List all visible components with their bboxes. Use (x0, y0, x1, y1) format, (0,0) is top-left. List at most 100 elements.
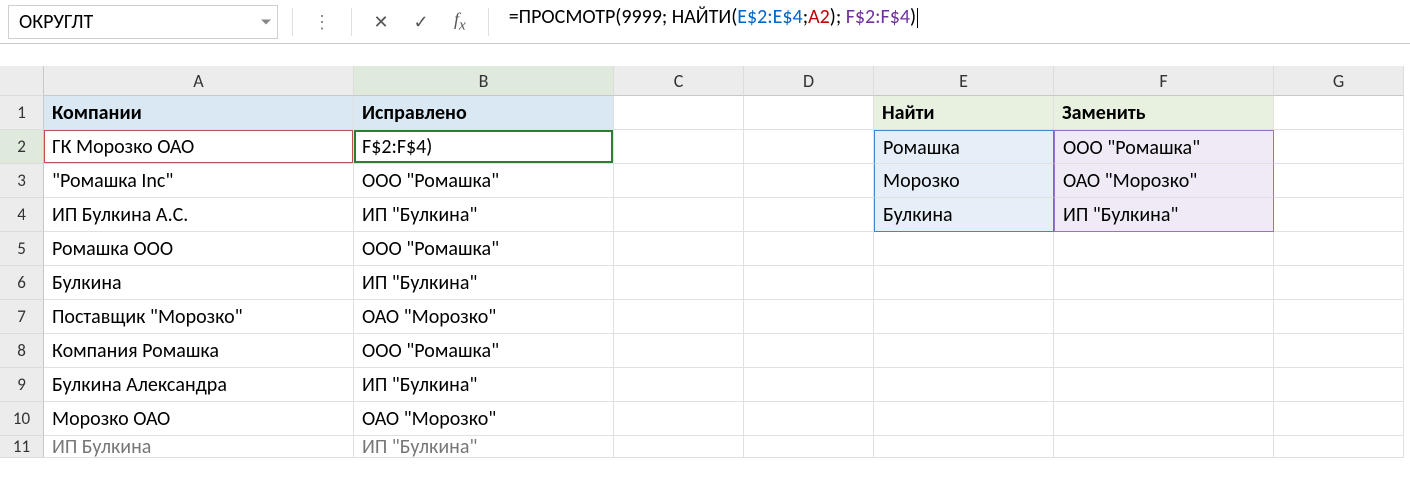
cell-E7[interactable] (874, 300, 1054, 334)
col-header[interactable]: B (354, 66, 614, 96)
cell-B10[interactable]: ОАО "Морозко" (354, 402, 614, 436)
col-header[interactable]: C (614, 66, 744, 96)
cell-F7[interactable] (1054, 300, 1274, 334)
cell-A9[interactable]: Булкина Александра (44, 368, 354, 402)
cell-G9[interactable] (1274, 368, 1404, 402)
cell-A8[interactable]: Компания Ромашка (44, 334, 354, 368)
cell-G11[interactable] (1274, 436, 1404, 458)
cell-B7[interactable]: ОАО "Морозко" (354, 300, 614, 334)
row-header[interactable]: 3 (0, 164, 44, 198)
cell-F8[interactable] (1054, 334, 1274, 368)
cell-G1[interactable] (1274, 96, 1404, 130)
cell-C8[interactable] (614, 334, 744, 368)
cell-C11[interactable] (614, 436, 744, 458)
cell-A3[interactable]: "Ромашка Inc" (44, 164, 354, 198)
cell-C9[interactable] (614, 368, 744, 402)
row-header[interactable]: 7 (0, 300, 44, 334)
cell-D1[interactable] (744, 96, 874, 130)
cell-F2[interactable]: ООО "Ромашка" (1054, 130, 1274, 164)
cell-D4[interactable] (744, 198, 874, 232)
cell-D2[interactable] (744, 130, 874, 164)
cell-F9[interactable] (1054, 368, 1274, 402)
col-header[interactable]: G (1274, 66, 1404, 96)
cell-D9[interactable] (744, 368, 874, 402)
cell-B11[interactable]: ИП "Булкина" (354, 436, 614, 458)
cell-A11[interactable]: ИП Булкина (44, 436, 354, 458)
cell-G2[interactable] (1274, 130, 1404, 164)
col-header[interactable]: A (44, 66, 354, 96)
cell-C6[interactable] (614, 266, 744, 300)
cell-G6[interactable] (1274, 266, 1404, 300)
cancel-icon[interactable]: ✕ (366, 11, 396, 33)
cell-A1[interactable]: Компании (44, 96, 354, 130)
name-box[interactable]: ОКРУГЛТ (8, 5, 278, 39)
fx-icon[interactable]: fx (446, 9, 474, 35)
cell-A7[interactable]: Поставщик "Морозко" (44, 300, 354, 334)
cell-D11[interactable] (744, 436, 874, 458)
cell-A6[interactable]: Булкина (44, 266, 354, 300)
cell-D5[interactable] (744, 232, 874, 266)
formula-input[interactable]: =ПРОСМОТР(9999; НАЙТИ(E$2:E$4;A2); F$2:F… (503, 5, 1402, 39)
cell-B2-active[interactable]: F$2:F$4) (354, 130, 614, 164)
cell-B9[interactable]: ИП "Булкина" (354, 368, 614, 402)
cell-C1[interactable] (614, 96, 744, 130)
row-header[interactable]: 4 (0, 198, 44, 232)
cell-C4[interactable] (614, 198, 744, 232)
cell-E9[interactable] (874, 368, 1054, 402)
cell-F5[interactable] (1054, 232, 1274, 266)
cell-F1[interactable]: Заменить (1054, 96, 1274, 130)
cell-G10[interactable] (1274, 402, 1404, 436)
row-header[interactable]: 2 (0, 130, 44, 164)
cell-A10[interactable]: Морозко ОАО (44, 402, 354, 436)
chevron-down-icon[interactable] (261, 19, 271, 24)
cell-G3[interactable] (1274, 164, 1404, 198)
cell-C5[interactable] (614, 232, 744, 266)
cell-D7[interactable] (744, 300, 874, 334)
cell-C2[interactable] (614, 130, 744, 164)
cell-D6[interactable] (744, 266, 874, 300)
cell-E4[interactable]: Булкина (874, 198, 1054, 232)
cell-E10[interactable] (874, 402, 1054, 436)
col-header[interactable]: F (1054, 66, 1274, 96)
cell-C7[interactable] (614, 300, 744, 334)
cell-E11[interactable] (874, 436, 1054, 458)
col-header[interactable]: E (874, 66, 1054, 96)
row-header[interactable]: 6 (0, 266, 44, 300)
cell-C10[interactable] (614, 402, 744, 436)
cell-E3[interactable]: Морозко (874, 164, 1054, 198)
row-header[interactable]: 9 (0, 368, 44, 402)
row-header[interactable]: 5 (0, 232, 44, 266)
cell-G4[interactable] (1274, 198, 1404, 232)
cell-A2[interactable]: ГК Морозко ОАО (44, 130, 354, 164)
cell-G7[interactable] (1274, 300, 1404, 334)
cell-F10[interactable] (1054, 402, 1274, 436)
row-header[interactable]: 11 (0, 436, 44, 458)
cell-E1[interactable]: Найти (874, 96, 1054, 130)
cell-F4[interactable]: ИП "Булкина" (1054, 198, 1274, 232)
cell-E5[interactable] (874, 232, 1054, 266)
cell-F11[interactable] (1054, 436, 1274, 458)
cell-A4[interactable]: ИП Булкина А.С. (44, 198, 354, 232)
cell-B6[interactable]: ИП "Булкина" (354, 266, 614, 300)
cell-B4[interactable]: ИП "Булкина" (354, 198, 614, 232)
dots-icon[interactable]: ⋮ (307, 11, 337, 33)
cell-G8[interactable] (1274, 334, 1404, 368)
select-all-corner[interactable] (0, 66, 44, 96)
row-header[interactable]: 8 (0, 334, 44, 368)
row-header[interactable]: 1 (0, 96, 44, 130)
cell-C3[interactable] (614, 164, 744, 198)
cell-E6[interactable] (874, 266, 1054, 300)
cell-D3[interactable] (744, 164, 874, 198)
cell-G5[interactable] (1274, 232, 1404, 266)
cell-E8[interactable] (874, 334, 1054, 368)
cell-B8[interactable]: ООО "Ромашка" (354, 334, 614, 368)
cell-A5[interactable]: Ромашка ООО (44, 232, 354, 266)
cell-F6[interactable] (1054, 266, 1274, 300)
cell-E2[interactable]: Ромашка (874, 130, 1054, 164)
col-header[interactable]: D (744, 66, 874, 96)
cell-D8[interactable] (744, 334, 874, 368)
enter-icon[interactable]: ✓ (406, 11, 436, 33)
cell-D10[interactable] (744, 402, 874, 436)
cell-B3[interactable]: ООО "Ромашка" (354, 164, 614, 198)
cell-B5[interactable]: ООО "Ромашка" (354, 232, 614, 266)
